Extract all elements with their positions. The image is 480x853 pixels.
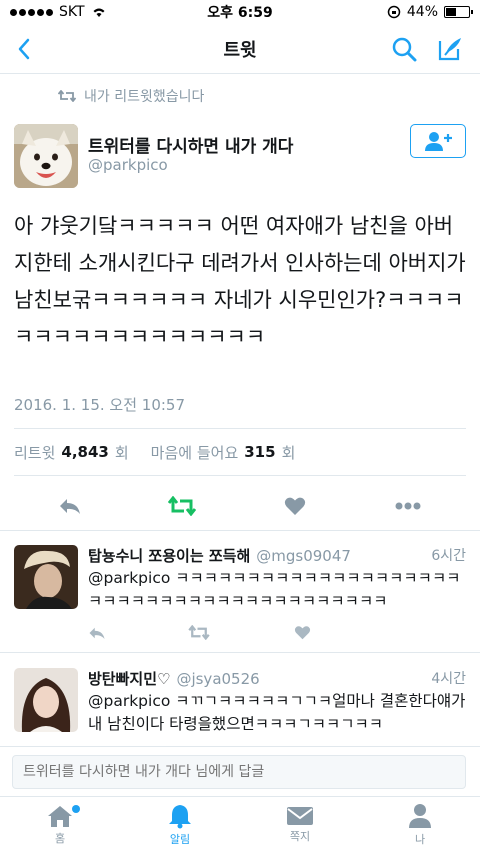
reply-text: @parkpico ㅋㅋㅋㅋㅋㅋㅋㅋㅋㅋㅋㅋㅋㅋㅋㅋㅋㅋㅋㅋㅋㅋㅋㅋㅋㅋㅋㅋㅋㅋ…	[88, 569, 461, 610]
search-icon	[392, 37, 417, 62]
rotation-lock-icon	[387, 5, 401, 19]
reply-button[interactable]	[54, 490, 86, 522]
status-right: 44%	[387, 4, 473, 20]
reply-input[interactable]	[12, 755, 466, 789]
retweet-icon	[188, 624, 210, 641]
person-icon	[409, 804, 431, 828]
tab-notifications[interactable]: 알림	[120, 797, 240, 853]
reply-avatar-image	[14, 545, 78, 609]
reply-composer	[0, 746, 480, 794]
tab-home-label: 홈	[54, 832, 66, 845]
heart-icon	[284, 497, 306, 515]
reply-avatar[interactable]	[14, 668, 78, 732]
retweet-notice-text: 내가 리트윗했습니다	[84, 89, 205, 105]
reply-text: @parkpico ㅋㄲㄱㅋㅋㅋㅋㅋㄱㄱㅋ얼마나 결혼한다얘가 내 남친이다 타…	[88, 692, 466, 733]
unread-dot	[72, 805, 80, 813]
tweet-actions	[0, 484, 480, 528]
compose-icon	[438, 38, 461, 61]
page-title: 트윗	[223, 39, 257, 61]
reply-time: 4시간	[431, 671, 466, 687]
add-user-icon	[425, 132, 452, 151]
author-handle[interactable]: @parkpico	[88, 156, 168, 174]
reply-author-name: 방탄빠지민♡	[88, 670, 171, 688]
tab-messages-label: 쪽지	[289, 830, 311, 843]
tab-notifications-label: 알림	[169, 833, 191, 846]
top-nav: 트윗	[0, 24, 480, 74]
retweets-count[interactable]: 4,843	[61, 443, 108, 461]
more-icon	[395, 502, 421, 510]
bell-icon	[169, 805, 191, 829]
reply-author[interactable]: 탑뇽수니 쪼용이는 쪼득해 @mgs09047	[88, 545, 351, 566]
search-button[interactable]	[388, 33, 420, 65]
carrier-label: SKT	[59, 4, 85, 20]
like-button[interactable]	[279, 490, 311, 522]
battery-percent: 44%	[406, 4, 438, 20]
reply-retweet-button[interactable]	[188, 624, 210, 644]
reply-avatar[interactable]	[14, 545, 78, 609]
likes-unit: 회	[281, 443, 296, 462]
tab-messages[interactable]: 쪽지	[240, 797, 360, 853]
retweets-unit: 회	[114, 443, 129, 462]
reply-actions	[88, 624, 328, 645]
chevron-left-icon	[18, 38, 30, 60]
signal-icon	[10, 8, 53, 16]
author-name[interactable]: 트위터를 다시하면 내가 개다	[88, 132, 293, 157]
compose-button[interactable]	[434, 33, 466, 65]
tweet-stats: 리트윗 4,843 회 마음에 들어요 315 회	[14, 428, 466, 476]
status-left: SKT	[10, 4, 107, 20]
reply-like-button[interactable]	[294, 625, 311, 644]
author-avatar[interactable]	[14, 124, 78, 188]
heart-icon	[294, 626, 311, 640]
likes-count[interactable]: 315	[244, 443, 275, 461]
envelope-icon	[287, 807, 313, 825]
dog-avatar-image	[14, 124, 78, 188]
reply-icon	[89, 627, 105, 639]
status-bar: SKT 오후 6:59 44%	[0, 0, 480, 24]
tweet-author: 트위터를 다시하면 내가 개다 @parkpico	[14, 120, 466, 188]
reply-author-handle: @jsya0526	[176, 670, 260, 688]
tweet-timestamp: 2016. 1. 15. 오전 10:57	[14, 396, 186, 414]
tweet-text: 아 갸웃기닼ㅋㅋㅋㅋㅋ 어떤 여자애가 남친을 아버지한테 소개시킨다구 데려가…	[14, 214, 466, 349]
reply-item[interactable]: 탑뇽수니 쪼용이는 쪼득해 @mgs09047 6시간 @parkpico ㅋㅋㅋ…	[0, 531, 480, 653]
retweet-icon	[58, 90, 76, 102]
reply-author[interactable]: 방탄빠지민♡ @jsya0526	[88, 668, 260, 689]
home-icon	[48, 806, 72, 827]
retweet-icon	[168, 496, 196, 516]
reply-icon	[60, 499, 80, 514]
retweet-notice: 내가 리트윗했습니다	[58, 86, 204, 106]
reply-author-name: 탑뇽수니 쪼용이는 쪼득해	[88, 547, 251, 565]
follow-button[interactable]	[410, 124, 466, 158]
retweet-button[interactable]	[166, 490, 198, 522]
back-button[interactable]	[8, 33, 40, 65]
wifi-icon	[93, 8, 105, 17]
battery-icon	[444, 6, 473, 18]
reply-avatar-image	[14, 668, 78, 732]
tab-me[interactable]: 나	[360, 797, 480, 853]
more-button[interactable]	[392, 490, 424, 522]
tab-home[interactable]: 홈	[0, 797, 120, 853]
tab-me-label: 나	[414, 833, 426, 846]
retweets-label: 리트윗	[14, 443, 56, 462]
reply-author-handle: @mgs09047	[256, 547, 351, 565]
tab-bar: 홈 알림 쪽지 나	[0, 796, 480, 853]
reply-reply-button[interactable]	[88, 625, 106, 644]
likes-label: 마음에 들어요	[150, 443, 239, 462]
reply-item[interactable]: 방탄빠지민♡ @jsya0526 4시간 @parkpico ㅋㄲㄱㅋㅋㅋㅋㅋㄱㄱ…	[0, 654, 480, 746]
reply-time: 6시간	[431, 548, 466, 564]
